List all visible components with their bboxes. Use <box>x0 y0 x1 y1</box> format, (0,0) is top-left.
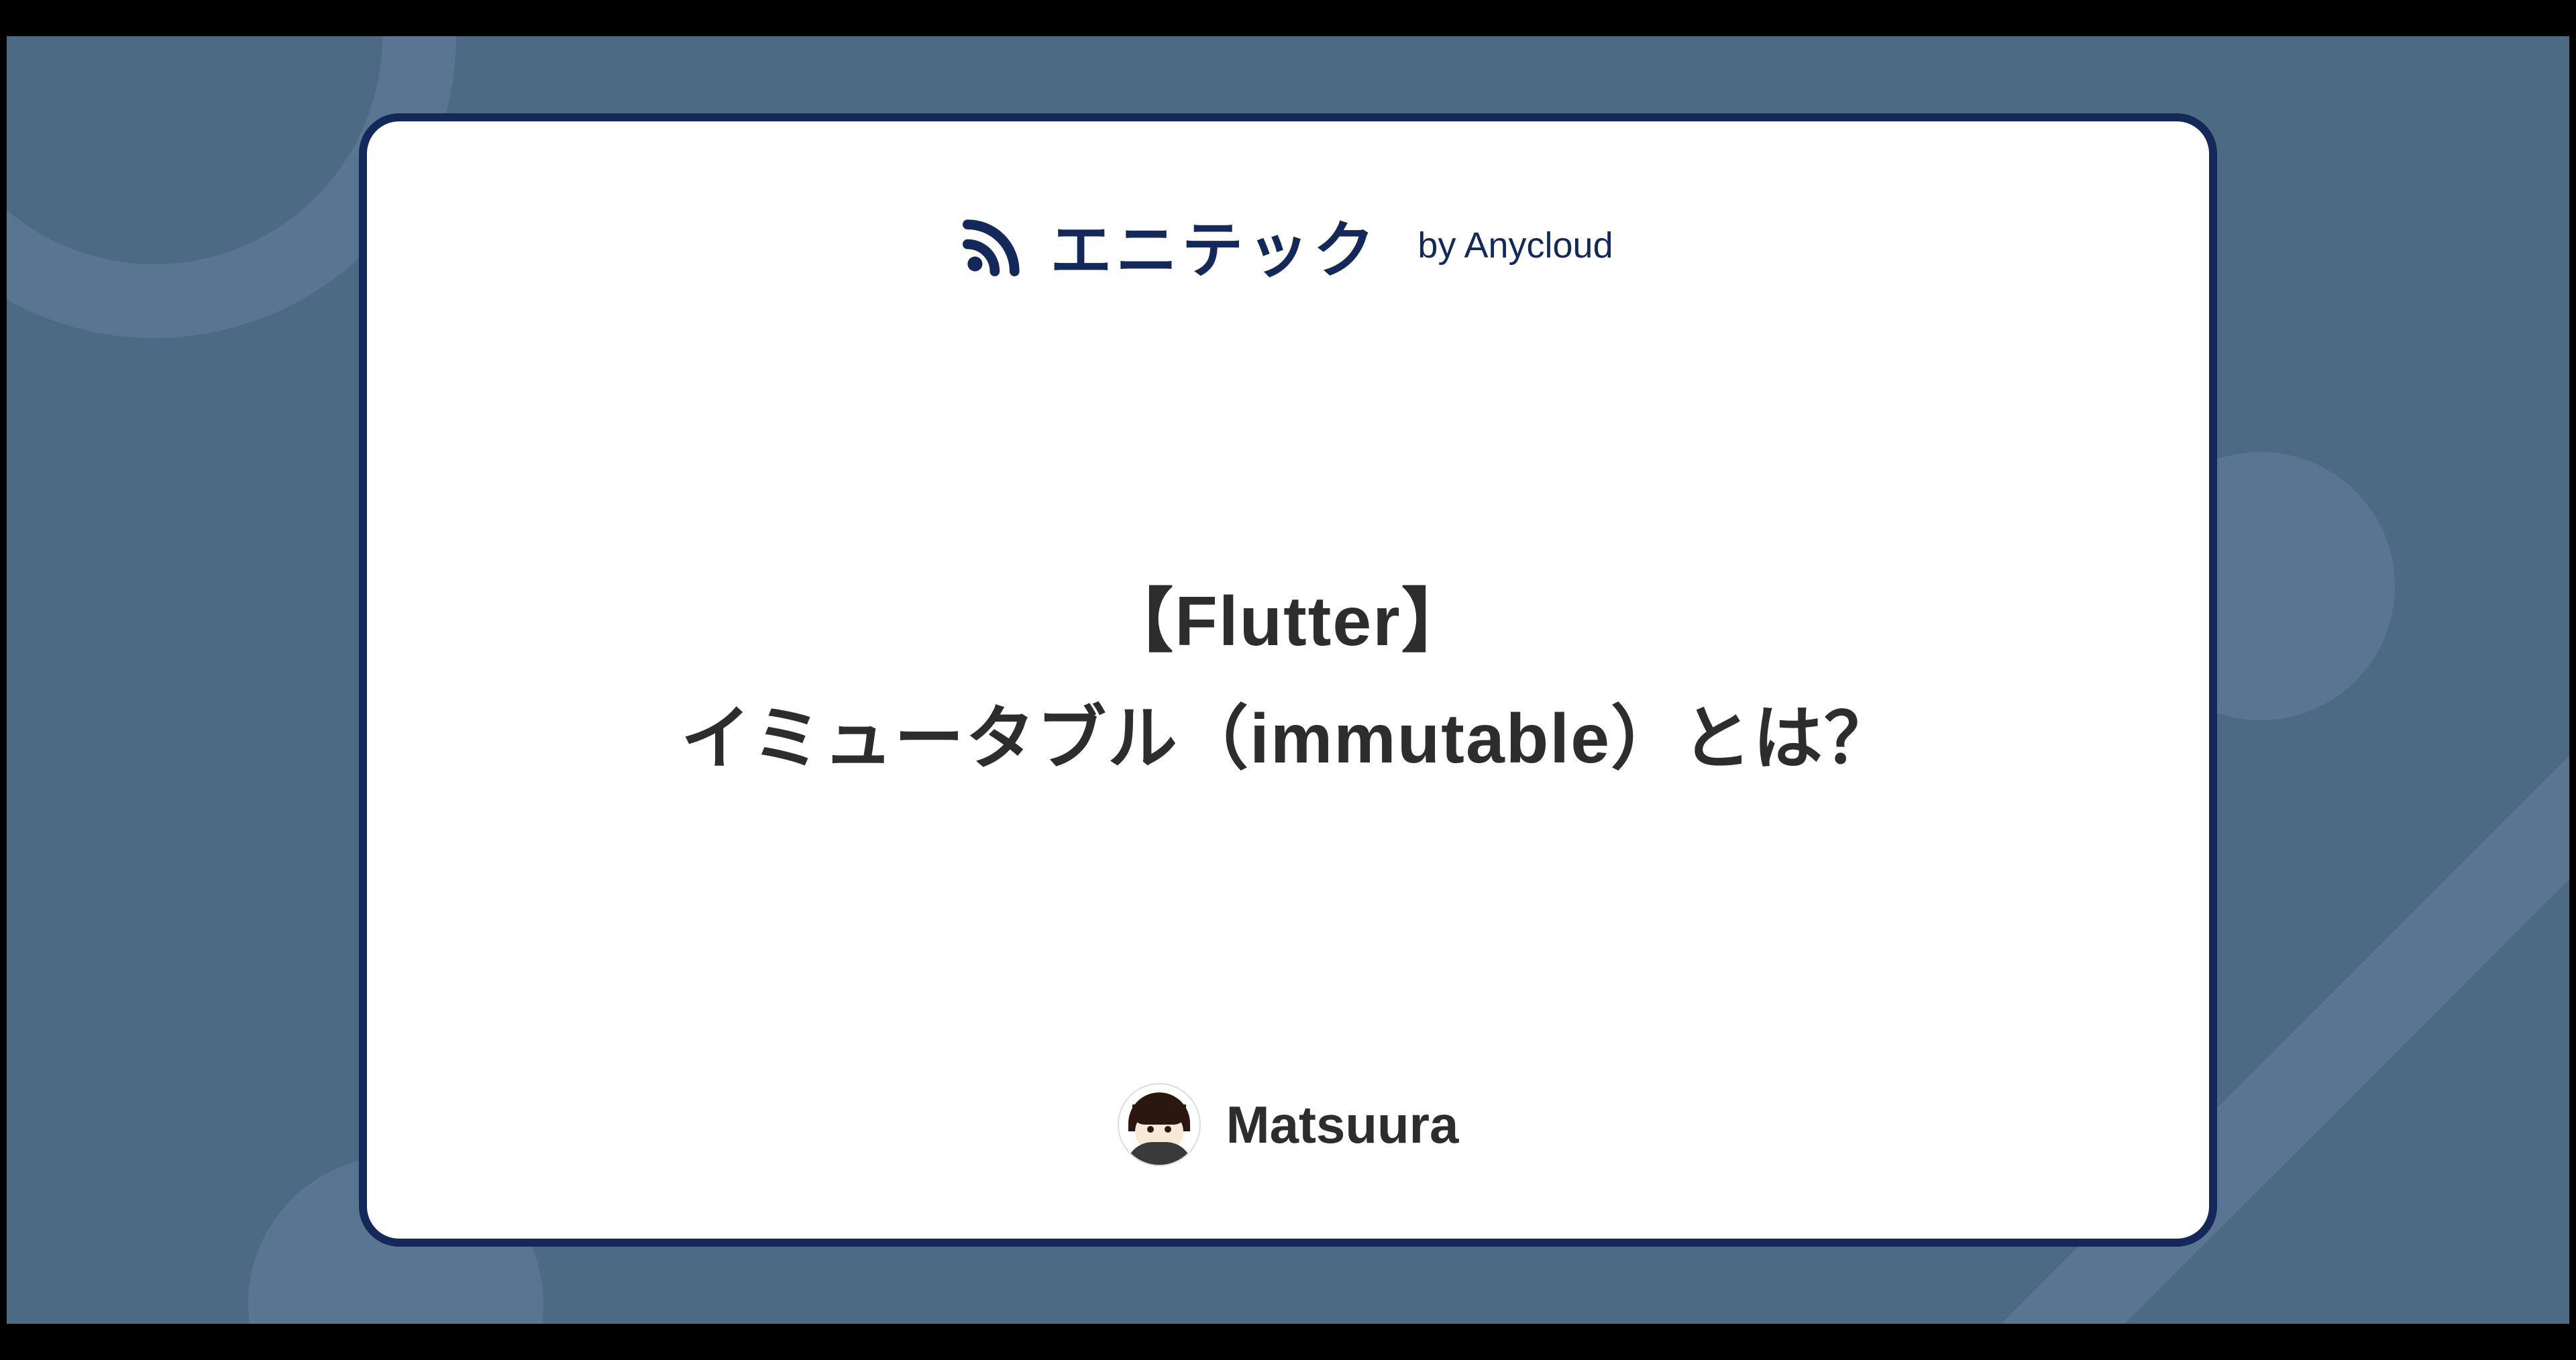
avatar <box>1118 1083 1201 1166</box>
title-line-2: イミュータブル（immutable）とは？ <box>681 681 1895 783</box>
avatar-eye-left <box>1147 1126 1154 1133</box>
author-name: Matsuura <box>1226 1094 1459 1155</box>
title-line-1: 【Flutter】 <box>1104 564 1472 665</box>
title-block: 【Flutter】 イミュータブル（immutable）とは？ <box>681 263 1895 1083</box>
author-block: Matsuura <box>1118 1083 1459 1166</box>
brand-byline: by Anycloud <box>1417 225 1613 266</box>
background-panel: エニテック by Anycloud 【Flutter】 イミュータブル（immu… <box>7 36 2569 1324</box>
avatar-eye-right <box>1165 1126 1171 1133</box>
avatar-body <box>1126 1142 1193 1166</box>
content-card: エニテック by Anycloud 【Flutter】 イミュータブル（immu… <box>359 113 2217 1247</box>
avatar-bangs <box>1132 1104 1186 1125</box>
letterbox: エニテック by Anycloud 【Flutter】 イミュータブル（immu… <box>0 0 2576 1360</box>
